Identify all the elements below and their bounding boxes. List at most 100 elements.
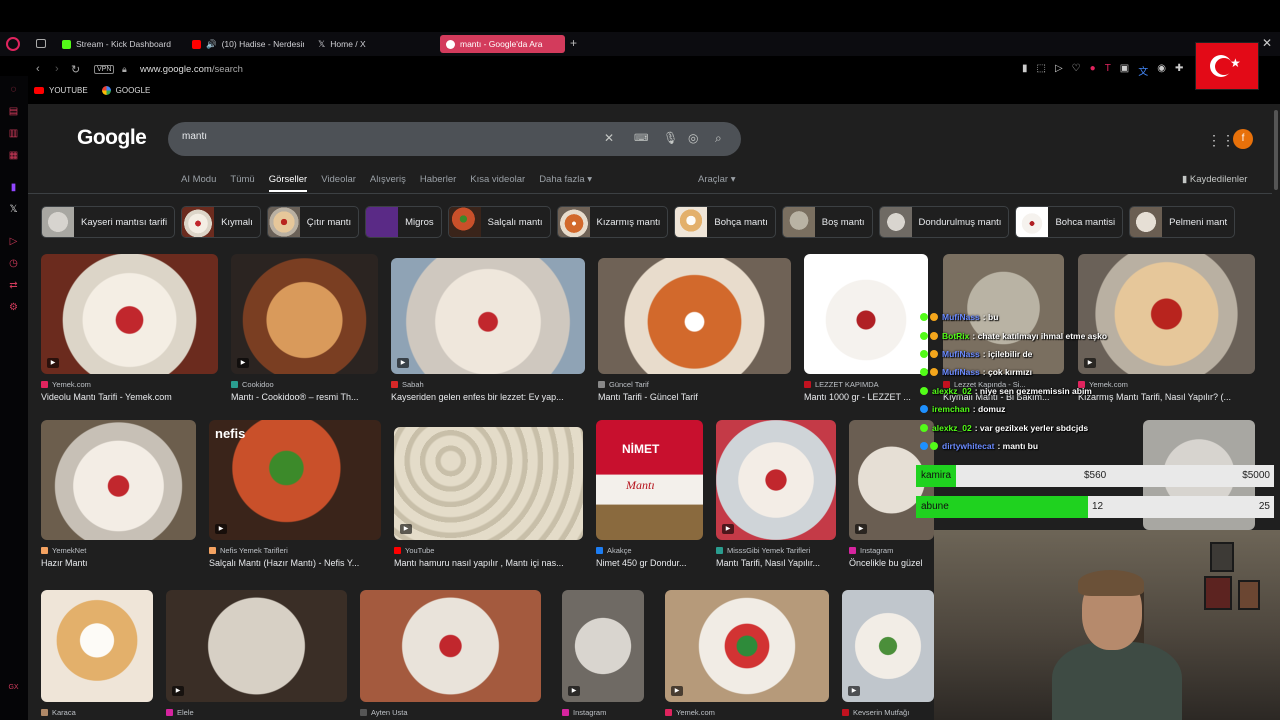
tab-youtube-hadise[interactable]: 🔊 (10) Hadise - Nerdesin (186, 35, 304, 53)
incognito-icon[interactable]: ◉ (1157, 63, 1166, 78)
result-source[interactable]: YouTube (394, 546, 583, 555)
image-result[interactable]: Ayten Usta (360, 590, 541, 717)
tab-all[interactable]: Tümü (230, 174, 254, 192)
twitch-icon[interactable]: ▮ (8, 182, 19, 193)
player-icon[interactable]: ▷ (8, 236, 19, 247)
result-source[interactable]: Yemek.com (665, 708, 829, 717)
chip[interactable]: Bohça mantı (674, 206, 776, 238)
image-result[interactable]: YemekNet Hazır Mantı (41, 420, 196, 568)
result-title[interactable]: Öncelikle bu güzel (849, 558, 934, 568)
result-title[interactable]: Nimet 450 gr Dondur... (596, 558, 703, 568)
result-source[interactable]: MisssGibi Yemek Tarifleri (716, 546, 836, 555)
result-title[interactable]: Mantı Tarifi, Nasıl Yapılır... (716, 558, 836, 568)
result-source[interactable]: Instagram (562, 708, 644, 717)
tab-kick-dashboard[interactable]: Stream - Kick Dashboard (56, 35, 188, 53)
tab-overview-icon[interactable] (36, 39, 46, 48)
extension-icon[interactable]: ▣ (1120, 63, 1129, 78)
result-image[interactable] (804, 254, 928, 374)
keyboard-icon[interactable]: ⌨ (634, 133, 648, 144)
close-icon[interactable]: ✕ (1262, 36, 1272, 50)
result-title[interactable]: Kayseriden gelen enfes bir lezzet: Ev ya… (391, 392, 585, 402)
image-result[interactable]: ▶ Yemek.com Videolu Mantı Tarifi - Yemek… (41, 254, 218, 402)
chip[interactable]: Salçalı mantı (447, 206, 551, 238)
image-result[interactable]: Karaca (41, 590, 153, 717)
result-image[interactable]: ▶ (166, 590, 347, 702)
result-title[interactable]: Mantı hamuru nasıl yapılır , Mantı içi n… (394, 558, 583, 568)
settings-icon[interactable]: ⚙ (8, 302, 19, 313)
image-result[interactable]: ▶ MisssGibi Yemek Tarifleri Mantı Tarifi… (716, 420, 836, 568)
result-source[interactable]: Cookidoo (231, 380, 378, 389)
extension-t-icon[interactable]: T (1105, 63, 1111, 78)
vpn-badge[interactable]: VPN (94, 65, 115, 74)
tab-images[interactable]: Görseller (268, 174, 308, 192)
result-title[interactable]: Mantı Tarifi - Güncel Tarif (598, 392, 791, 402)
search-input[interactable] (182, 131, 582, 142)
result-image[interactable]: ▶ (562, 590, 644, 702)
heart-icon[interactable]: ♡ (1072, 63, 1081, 78)
opera-logo-icon[interactable] (6, 37, 20, 51)
result-source[interactable]: Instagram (849, 546, 934, 555)
chip[interactable]: Dondurulmuş mantı (878, 206, 1010, 238)
result-source[interactable]: Karaca (41, 708, 153, 717)
google-logo[interactable]: Google (77, 126, 147, 150)
chip[interactable]: Çıtır mantı (266, 206, 360, 238)
url-field[interactable]: www.google.com/search (140, 64, 243, 75)
search-icon[interactable]: ⌕ (715, 131, 722, 146)
lock-icon[interactable]: 🔒︎ (122, 64, 127, 75)
flow-icon[interactable]: ⇄ (8, 280, 19, 291)
tab-videos[interactable]: Videolar (321, 174, 356, 192)
bookmark-google[interactable]: GOOGLE (101, 86, 150, 95)
result-image[interactable] (598, 258, 791, 374)
result-image[interactable]: ▶ (665, 590, 829, 702)
reload-icon[interactable]: ↻ (71, 63, 80, 76)
x-icon[interactable]: 𝕏 (8, 204, 19, 215)
tools-button[interactable]: Araçlar ▾ (698, 174, 736, 185)
tab-ai-mode[interactable]: AI Modu (181, 174, 216, 192)
result-image[interactable] (41, 420, 196, 540)
result-source[interactable]: Akakçe (596, 546, 703, 555)
image-result[interactable]: ▶ Yemek.com (665, 590, 829, 717)
result-source[interactable]: LEZZET KAPIMDA (804, 380, 928, 389)
result-image[interactable]: ▶ (842, 590, 934, 702)
result-image[interactable]: ▶ (716, 420, 836, 540)
tab-google-search[interactable]: mantı - Google'da Ara (440, 35, 565, 53)
tab-x-home[interactable]: 𝕏 Home / X (312, 35, 432, 53)
adblock-icon[interactable]: ● (1090, 63, 1096, 78)
scrollbar-thumb[interactable] (1274, 110, 1278, 190)
result-title[interactable]: Hazır Mantı (41, 558, 196, 568)
saved-button[interactable]: ▮ Kaydedilenler (1182, 174, 1247, 185)
image-result[interactable]: ▶ Elele (166, 590, 347, 717)
image-result[interactable]: ▶ Cookidoo Mantı - Cookidoo® – resmi Th.… (231, 254, 378, 402)
wallet-icon[interactable]: ▥ (8, 128, 19, 139)
new-tab-button[interactable]: + (570, 36, 577, 50)
history-icon[interactable]: ◷ (8, 258, 19, 269)
image-result[interactable]: LEZZET KAPIMDA Mantı 1000 gr - LEZZET ..… (804, 254, 928, 402)
forward-icon[interactable]: › (55, 63, 59, 75)
result-title[interactable]: Videolu Mantı Tarifi - Yemek.com (41, 392, 218, 402)
result-source[interactable]: Elele (166, 708, 347, 717)
tab-shopping[interactable]: Alışveriş (370, 174, 406, 192)
result-image[interactable]: NİMET Mantı (596, 420, 703, 540)
result-image[interactable] (360, 590, 541, 702)
chip[interactable]: Migros (365, 206, 442, 238)
result-source[interactable]: Nefis Yemek Tarifleri (209, 546, 381, 555)
snapshot-icon[interactable]: ⬚ (1037, 63, 1046, 78)
result-image[interactable]: nefis ▶ (209, 420, 381, 540)
mic-icon[interactable]: 🎙︎ (663, 131, 678, 145)
image-result[interactable]: ▶ Sabah Kayseriden gelen enfes bir lezze… (391, 258, 585, 402)
result-title[interactable]: Mantı - Cookidoo® – resmi Th... (231, 392, 378, 402)
chip[interactable]: Kayseri mantısı tarifi (41, 206, 176, 238)
result-title[interactable]: Mantı 1000 gr - LEZZET ... (804, 392, 928, 402)
result-image[interactable]: ▶ (231, 254, 378, 374)
tab-short-videos[interactable]: Kısa videolar (470, 174, 525, 192)
chip[interactable]: Pelmeni mant (1129, 206, 1236, 238)
lens-icon[interactable]: ◎ (688, 131, 698, 145)
result-image[interactable]: ▶ (391, 258, 585, 374)
result-image[interactable] (41, 590, 153, 702)
tab-news[interactable]: Haberler (420, 174, 456, 192)
chip[interactable]: Boş mantı (781, 206, 873, 238)
bookmark-icon[interactable]: ▮ (1022, 63, 1028, 78)
bookmark-youtube[interactable]: YOUTUBE (34, 86, 88, 95)
result-source[interactable]: Yemek.com (41, 380, 218, 389)
puzzle-icon[interactable]: ✚ (1175, 63, 1183, 78)
